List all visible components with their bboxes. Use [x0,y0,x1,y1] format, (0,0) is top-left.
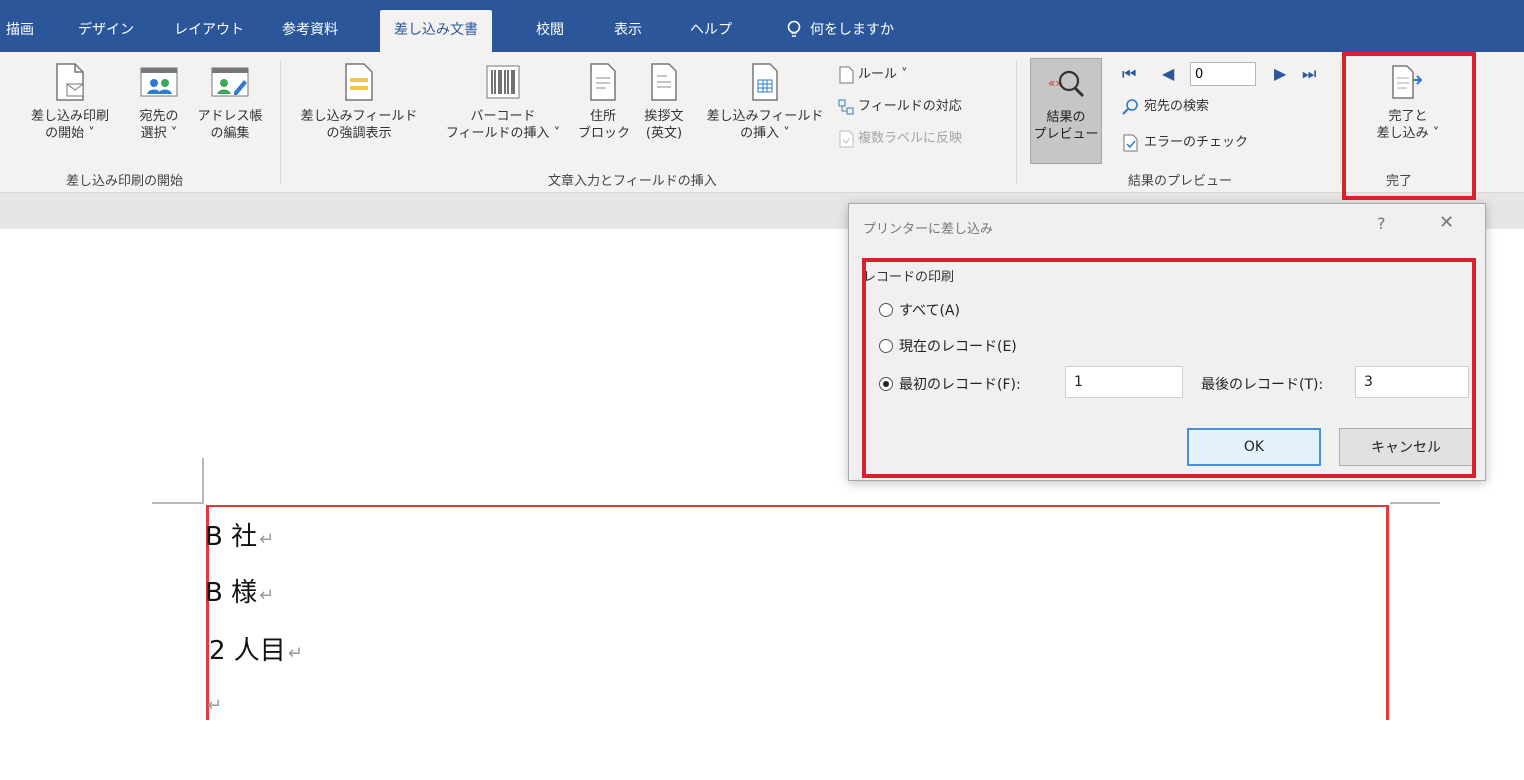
match-fields-icon [838,99,854,114]
lightbulb-icon [787,20,801,37]
insert-barcode-field-label-2: フィールドの挿入 ˅ [445,126,561,141]
greeting-line-label-1: 挨拶文 [644,109,684,124]
tab-help[interactable]: ヘルプ [690,10,732,52]
record-options-highlight-box [862,258,1476,478]
document-line-text: 2 人目 [209,636,286,666]
tab-references[interactable]: 参考資料 [282,10,338,52]
start-mail-merge-button[interactable]: 差し込み印刷 の開始 ˅ [20,62,120,142]
preview-results-label-1: 結果の [1046,110,1086,125]
group-separator [280,60,281,184]
paragraph-mark: ↵ [259,529,275,550]
document-line[interactable]: B 様 ↵ [205,572,274,609]
update-labels-icon [839,130,854,147]
tab-view[interactable]: 表示 [614,10,642,52]
insert-barcode-field-button[interactable]: バーコード フィールドの挿入 ˅ [430,62,576,142]
crop-mark [152,502,204,504]
start-mail-merge-label-2: の開始 ˅ [45,126,95,141]
rules-icon [839,66,854,83]
last-record-icon[interactable]: ⏭ [1302,64,1316,84]
dialog-title: プリンターに差し込み [863,222,994,237]
paragraph-mark: ↵ [259,585,275,606]
greeting-line-label-2: (英文) [645,126,683,141]
previous-record-icon[interactable]: ◀ [1162,64,1174,83]
first-record-icon[interactable]: ⏮ [1122,64,1136,84]
insert-merge-field-label-2: の挿入 ˅ [740,126,790,141]
preview-magnifier-icon: «» [1048,70,1085,98]
insert-barcode-field-label-1: バーコード [470,109,536,124]
document-line-text: B 様 [205,578,258,608]
paragraph-mark: ↵ [207,695,223,716]
match-fields-button[interactable]: フィールドの対応 [838,96,962,118]
group-label-insert: 文章入力とフィールドの挿入 [548,174,717,189]
check-errors-button[interactable]: エラーのチェック [1122,132,1248,154]
highlight-fields-icon [345,63,373,101]
tab-design[interactable]: デザイン [78,10,134,52]
check-errors-label: エラーのチェック [1144,135,1249,150]
document-line[interactable]: ↵ [205,688,222,718]
paragraph-mark: ↵ [287,643,303,664]
group-label-preview: 結果のプレビュー [1128,174,1233,189]
address-block-button[interactable]: 住所 ブロック [578,62,631,142]
recipients-icon [140,67,178,97]
find-recipient-icon [1122,98,1138,115]
address-block-label-2: ブロック [578,126,631,141]
crop-mark [1390,502,1440,504]
insert-field-icon [752,63,778,101]
update-labels-label: 複数ラベルに反映 [858,131,963,146]
update-labels-button[interactable]: 複数ラベルに反映 [838,128,962,150]
tab-draw[interactable]: 描画 [6,10,34,52]
group-separator [1340,60,1341,184]
address-block-icon [590,63,616,101]
document-line[interactable]: B 社 ↵ [205,516,274,553]
next-record-icon[interactable]: ▶ [1274,64,1286,83]
tell-me-box[interactable]: 何をしますか [786,10,894,50]
document-text-frame [206,505,1389,720]
tell-me-text: 何をしますか [810,22,894,38]
tab-mailings[interactable]: 差し込み文書 [380,10,492,52]
edit-recipient-list-label-2: の編集 [210,126,250,141]
match-fields-label: フィールドの対応 [858,99,962,114]
highlight-merge-fields-label-2: の強調表示 [326,126,392,141]
rules-label: ルール ˅ [858,67,908,82]
ribbon-tab-bar: 描画 デザイン レイアウト 参考資料 差し込み文書 校閲 表示 ヘルプ 何をしま… [0,0,1524,52]
address-block-label-1: 住所 [589,109,616,124]
highlight-merge-fields-label-1: 差し込みフィールド [300,109,418,124]
ribbon: 差し込み印刷 の開始 ˅ 宛先の 選択 ˅ アドレス帳 の編集 差し込み印刷の開… [0,52,1524,193]
edit-recipient-list-button[interactable]: アドレス帳 の編集 [192,62,268,142]
tab-review[interactable]: 校閲 [536,10,564,52]
group-label-start: 差し込み印刷の開始 [66,174,184,189]
edit-list-icon [211,67,249,97]
select-recipients-label-2: 選択 ˅ [140,126,178,141]
insert-merge-field-label-1: 差し込みフィールド [706,109,824,124]
document-line[interactable]: 2 人目 ↵ [209,630,303,667]
record-number-input[interactable] [1190,62,1256,86]
finish-highlight-box [1342,52,1476,200]
greeting-line-button[interactable]: 挨拶文 (英文) [634,62,694,142]
select-recipients-label-1: 宛先の [139,109,179,124]
check-errors-icon [1123,134,1138,151]
find-recipient-label: 宛先の検索 [1144,99,1210,114]
find-recipient-button[interactable]: 宛先の検索 [1122,96,1209,118]
group-separator [1016,60,1017,184]
document-merge-icon [56,63,84,101]
preview-results-label-2: プレビュー [1033,127,1099,142]
help-icon[interactable]: ? [1377,214,1386,233]
greeting-line-icon [651,63,677,101]
start-mail-merge-label-1: 差し込み印刷 [30,109,109,124]
preview-results-button[interactable]: «» 結果の プレビュー [1030,58,1102,164]
select-recipients-button[interactable]: 宛先の 選択 ˅ [130,62,188,142]
insert-merge-field-button[interactable]: 差し込みフィールド の挿入 ˅ [698,62,832,142]
document-line-text: B 社 [205,522,258,552]
crop-mark [202,458,204,504]
barcode-icon [486,65,520,99]
rules-button[interactable]: ルール ˅ [838,64,908,86]
close-icon[interactable]: ✕ [1439,212,1454,233]
tab-layout[interactable]: レイアウト [174,10,244,52]
edit-recipient-list-label-1: アドレス帳 [197,109,263,124]
highlight-merge-fields-button[interactable]: 差し込みフィールド の強調表示 [290,62,428,142]
